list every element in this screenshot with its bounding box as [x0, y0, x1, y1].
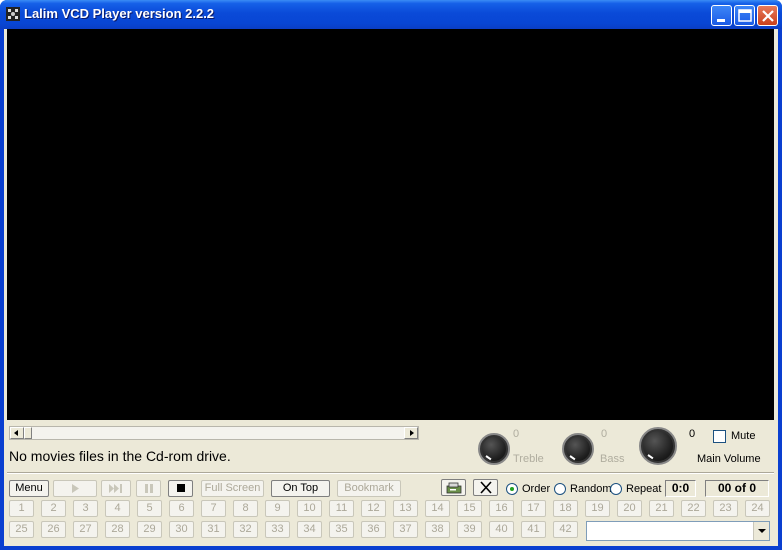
track-button[interactable]: 24 — [745, 500, 770, 517]
track-button[interactable]: 16 — [489, 500, 514, 517]
treble-label: Treble — [513, 453, 544, 465]
main-volume-knob[interactable] — [639, 427, 677, 465]
track-button[interactable]: 27 — [73, 521, 98, 538]
maximize-button[interactable] — [734, 5, 755, 26]
track-button[interactable]: 29 — [137, 521, 162, 538]
track-button[interactable]: 23 — [713, 500, 738, 517]
track-button[interactable]: 34 — [297, 521, 322, 538]
track-button[interactable]: 6 — [169, 500, 194, 517]
track-button[interactable]: 8 — [233, 500, 258, 517]
menu-button[interactable]: Menu — [9, 480, 49, 497]
track-button[interactable]: 19 — [585, 500, 610, 517]
seek-scrollbar[interactable] — [9, 426, 419, 440]
eject-button[interactable] — [441, 479, 466, 496]
track-button[interactable]: 28 — [105, 521, 130, 538]
track-button[interactable]: 37 — [393, 521, 418, 538]
play-button[interactable] — [53, 480, 97, 497]
scroll-left-arrow-icon[interactable] — [10, 427, 24, 439]
track-button[interactable]: 35 — [329, 521, 354, 538]
client-area: No movies files in the Cd-rom drive. 0 T… — [4, 29, 778, 546]
track-button[interactable]: 39 — [457, 521, 482, 538]
on-top-button[interactable]: On Top — [271, 480, 330, 497]
track-button[interactable]: 36 — [361, 521, 386, 538]
video-display[interactable] — [7, 29, 774, 420]
track-button[interactable]: 42 — [553, 521, 578, 538]
track-button[interactable]: 2 — [41, 500, 66, 517]
track-button[interactable]: 14 — [425, 500, 450, 517]
stop-icon — [176, 484, 185, 492]
track-button[interactable]: 41 — [521, 521, 546, 538]
track-button[interactable]: 18 — [553, 500, 578, 517]
dropdown-arrow-icon[interactable] — [753, 522, 769, 540]
track-button[interactable]: 10 — [297, 500, 322, 517]
scroll-right-arrow-icon[interactable] — [404, 427, 418, 439]
maximize-icon — [738, 9, 752, 22]
bass-knob[interactable] — [562, 433, 594, 465]
clear-x-icon — [479, 481, 492, 494]
eject-icon — [446, 482, 461, 494]
track-button[interactable]: 20 — [617, 500, 642, 517]
order-label: Order — [522, 483, 551, 495]
repeat-label: Repeat — [626, 483, 662, 495]
random-radio[interactable] — [554, 483, 566, 495]
track-button[interactable]: 15 — [457, 500, 482, 517]
skip-forward-button[interactable] — [101, 480, 131, 497]
track-button[interactable]: 21 — [649, 500, 674, 517]
track-button[interactable]: 3 — [73, 500, 98, 517]
minimize-button[interactable] — [711, 5, 732, 26]
track-button[interactable]: 4 — [105, 500, 130, 517]
mute-label: Mute — [731, 430, 756, 442]
clear-playlist-button[interactable] — [473, 479, 498, 496]
main-volume-value: 0 — [689, 428, 696, 440]
track-button[interactable]: 9 — [265, 500, 290, 517]
track-button[interactable]: 26 — [41, 521, 66, 538]
mute-checkbox[interactable] — [713, 430, 726, 443]
track-counter: 00 of 0 — [705, 480, 769, 497]
treble-knob[interactable] — [478, 433, 510, 465]
seek-thumb[interactable] — [24, 427, 32, 439]
track-button[interactable]: 22 — [681, 500, 706, 517]
time-display: 0:0 — [665, 480, 696, 497]
random-label: Random — [570, 483, 612, 495]
app-window: Lalim VCD Player version 2.2.2 No movies… — [0, 0, 782, 550]
bass-label: Bass — [600, 453, 625, 465]
window-title: Lalim VCD Player version 2.2.2 — [24, 6, 215, 21]
pause-icon — [144, 484, 153, 493]
track-button[interactable]: 40 — [489, 521, 514, 538]
order-radio[interactable] — [506, 483, 518, 495]
stop-button[interactable] — [168, 480, 193, 497]
track-button[interactable]: 5 — [137, 500, 162, 517]
track-button[interactable]: 13 — [393, 500, 418, 517]
app-icon — [6, 7, 20, 21]
track-button[interactable]: 1 — [9, 500, 34, 517]
track-button[interactable]: 38 — [425, 521, 450, 538]
play-icon — [72, 484, 79, 493]
track-button[interactable]: 11 — [329, 500, 354, 517]
track-button[interactable]: 33 — [265, 521, 290, 538]
pause-button[interactable] — [136, 480, 161, 497]
status-message: No movies files in the Cd-rom drive. — [9, 448, 231, 464]
skip-forward-icon — [109, 484, 122, 493]
track-button[interactable]: 31 — [201, 521, 226, 538]
track-button[interactable]: 32 — [233, 521, 258, 538]
track-button[interactable]: 30 — [169, 521, 194, 538]
close-icon — [762, 10, 774, 22]
treble-value: 0 — [513, 428, 520, 440]
playlist-dropdown[interactable] — [586, 521, 770, 541]
full-screen-button[interactable]: Full Screen — [201, 480, 264, 497]
bookmark-button[interactable]: Bookmark — [337, 480, 401, 497]
repeat-radio[interactable] — [610, 483, 622, 495]
minimize-icon — [717, 19, 725, 22]
track-button[interactable]: 17 — [521, 500, 546, 517]
title-bar[interactable]: Lalim VCD Player version 2.2.2 — [0, 0, 782, 29]
bass-value: 0 — [601, 428, 608, 440]
close-button[interactable] — [757, 5, 778, 26]
separator — [7, 472, 774, 474]
track-button[interactable]: 12 — [361, 500, 386, 517]
track-button[interactable]: 25 — [9, 521, 34, 538]
track-button[interactable]: 7 — [201, 500, 226, 517]
main-volume-label: Main Volume — [697, 453, 761, 465]
